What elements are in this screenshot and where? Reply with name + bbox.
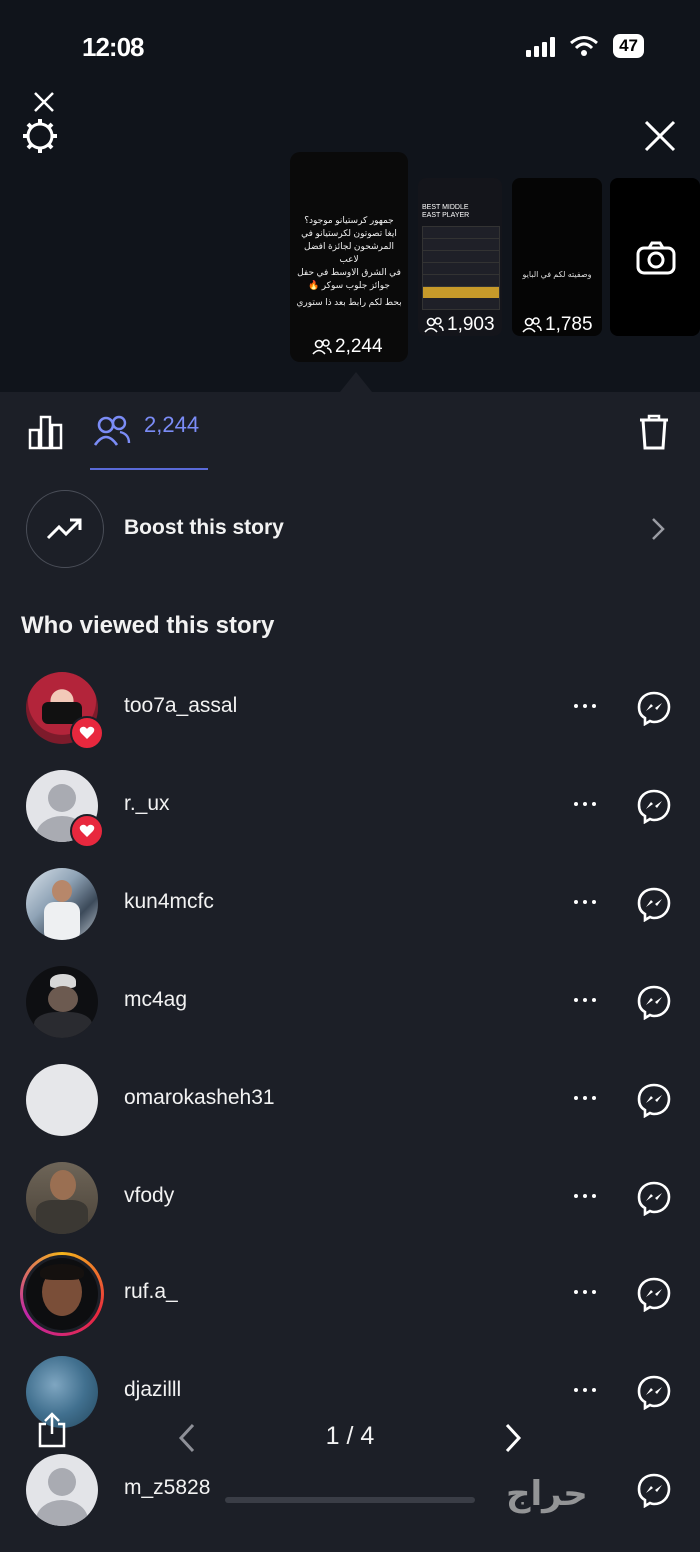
avatar[interactable]	[26, 868, 98, 940]
more-options-icon[interactable]	[574, 1388, 596, 1392]
messenger-icon[interactable]	[636, 1180, 672, 1221]
story-text-line: ايغا تصوتون لكرستيانو في	[301, 228, 397, 238]
insights-tabs: 2,244	[0, 392, 700, 472]
story-text-line: في الشرق الاوسط في حفل	[297, 267, 401, 277]
viewer-username[interactable]: ruf.a_	[124, 1280, 178, 1304]
more-options-icon[interactable]	[574, 1290, 596, 1294]
story-text-line: بحط لكم رابط بعد ذا ستوري	[296, 297, 402, 307]
story-thumbnail-1[interactable]: جمهور كرستيانو موجود؟ ايغا تصوتون لكرستي…	[290, 152, 408, 362]
story-view-count-3: 1,785	[522, 314, 593, 336]
viewer-row[interactable]: mc4ag	[0, 966, 700, 1064]
pager-label: 1 / 4	[325, 1422, 375, 1450]
more-options-icon[interactable]	[574, 1194, 596, 1198]
battery-level: 47	[613, 34, 644, 58]
viewers-tab-count[interactable]: 2,244	[144, 412, 199, 438]
story-view-count-1: 2,244	[312, 336, 383, 358]
viewer-username[interactable]: mc4ag	[124, 988, 187, 1012]
story-thumbnail-3[interactable]: وصفيته لكم في البايو	[512, 178, 602, 336]
next-arrow-icon[interactable]	[502, 1422, 524, 1454]
avatar[interactable]	[26, 1258, 98, 1330]
messenger-icon[interactable]	[636, 984, 672, 1025]
people-icon	[522, 317, 542, 333]
more-options-icon[interactable]	[574, 900, 596, 904]
viewers-section-title: Who viewed this story	[21, 612, 275, 639]
avatar[interactable]	[26, 1064, 98, 1136]
insights-bar-chart-icon[interactable]	[26, 412, 66, 452]
selected-story-pointer	[340, 372, 372, 392]
story-3-text: وصفيته لكم في البايو	[522, 270, 592, 279]
liked-heart-badge	[70, 814, 104, 848]
boost-label: Boost this story	[124, 516, 284, 539]
camera-icon	[636, 240, 676, 276]
story-count-label: 1,785	[545, 314, 593, 335]
story-text-line: المرشحون لجائزة افضل لاعب	[304, 241, 394, 264]
home-indicator	[225, 1497, 475, 1503]
people-icon	[312, 339, 332, 355]
image-viewer-toolbar: 1 / 4	[0, 1400, 700, 1480]
avatar[interactable]	[26, 966, 98, 1038]
story-text-line: جمهور كرستيانو موجود؟	[304, 215, 394, 225]
trending-up-icon	[46, 518, 82, 540]
story-view-count-2: 1,903	[424, 314, 495, 336]
close-small-icon[interactable]	[30, 88, 58, 116]
story-count-label: 2,244	[335, 336, 383, 357]
story-thumbnail-2[interactable]: BEST MIDDLE EAST PLAYER	[418, 178, 502, 336]
boost-icon-circle	[26, 490, 104, 568]
heart-icon	[79, 824, 95, 837]
viewer-row[interactable]: kun4mcfc	[0, 868, 700, 966]
viewer-username[interactable]: djazilll	[124, 1378, 181, 1402]
messenger-icon[interactable]	[636, 788, 672, 829]
viewer-username[interactable]: vfody	[124, 1184, 174, 1208]
status-bar: 12:08 47	[0, 30, 700, 66]
viewer-row[interactable]: r._ux	[0, 770, 700, 868]
close-icon[interactable]	[640, 116, 680, 156]
active-tab-underline	[90, 468, 208, 470]
watermark-logo: حراج	[506, 1475, 588, 1513]
status-time: 12:08	[82, 32, 144, 62]
story-preview-header: 12:08 47 جمهور كرستيانو موجود؟ ايغا تصوت…	[0, 0, 700, 392]
viewer-username[interactable]: omarokasheh31	[124, 1086, 275, 1110]
delete-trash-icon[interactable]	[636, 412, 672, 452]
boost-story-row[interactable]: Boost this story	[26, 490, 676, 568]
wifi-icon	[570, 36, 599, 56]
signal-icon	[526, 35, 556, 57]
viewer-row[interactable]: ruf.a_	[0, 1252, 700, 1356]
people-icon	[424, 317, 444, 333]
viewer-row[interactable]: too7a_assal	[0, 672, 700, 770]
viewer-username[interactable]: kun4mcfc	[124, 890, 214, 914]
heart-icon	[79, 726, 95, 739]
viewer-username[interactable]: r._ux	[124, 792, 170, 816]
viewer-row[interactable]: omarokasheh31	[0, 1064, 700, 1162]
viewer-username[interactable]: too7a_assal	[124, 694, 237, 718]
more-options-icon[interactable]	[574, 1096, 596, 1100]
more-options-icon[interactable]	[574, 802, 596, 806]
more-options-icon[interactable]	[574, 998, 596, 1002]
settings-gear-icon[interactable]	[20, 116, 60, 156]
messenger-icon[interactable]	[636, 886, 672, 927]
viewers-people-icon[interactable]	[92, 414, 132, 448]
story-2-title: BEST MIDDLE EAST PLAYER	[422, 204, 470, 219]
avatar[interactable]	[26, 1162, 98, 1234]
more-options-icon[interactable]	[574, 704, 596, 708]
add-story-camera-tile[interactable]	[610, 178, 700, 336]
story-text-line: جوائز جلوب سوكر 🔥	[308, 280, 390, 290]
liked-heart-badge	[70, 716, 104, 750]
chevron-right-icon	[648, 516, 668, 542]
story-count-label: 1,903	[447, 314, 495, 335]
messenger-icon[interactable]	[636, 690, 672, 731]
messenger-icon[interactable]	[636, 1082, 672, 1123]
messenger-icon[interactable]	[636, 1276, 672, 1317]
viewer-row[interactable]: vfody	[0, 1162, 700, 1260]
